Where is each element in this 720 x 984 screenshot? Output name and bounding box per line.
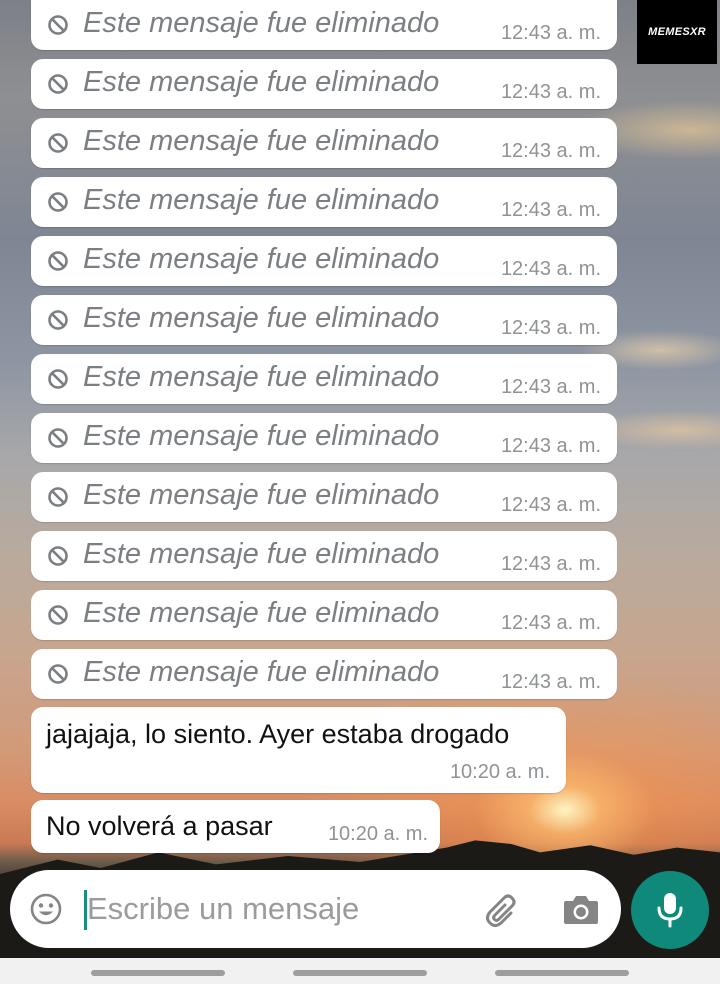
deleted-message[interactable]: Este mensaje fue eliminado 12:43 a. m. xyxy=(31,295,617,345)
deleted-message[interactable]: Este mensaje fue eliminado 12:43 a. m. xyxy=(31,413,617,463)
deleted-message[interactable]: Este mensaje fue eliminado 12:43 a. m. xyxy=(31,354,617,404)
block-icon xyxy=(48,664,68,684)
deleted-message-text: Este mensaje fue eliminado xyxy=(83,243,440,275)
microphone-icon xyxy=(657,893,683,928)
block-icon xyxy=(48,546,68,566)
nav-back-button[interactable] xyxy=(495,970,629,976)
nav-recents-button[interactable] xyxy=(91,970,225,976)
deleted-message-text: Este mensaje fue eliminado xyxy=(83,184,440,216)
deleted-message-text: Este mensaje fue eliminado xyxy=(83,125,440,157)
message-composer xyxy=(10,870,621,948)
nav-home-button[interactable] xyxy=(293,970,427,976)
camera-icon[interactable] xyxy=(562,892,600,926)
deleted-message-text: Este mensaje fue eliminado xyxy=(83,66,440,98)
deleted-message[interactable]: Este mensaje fue eliminado 12:43 a. m. xyxy=(31,531,617,581)
deleted-message[interactable]: Este mensaje fue eliminado 12:43 a. m. xyxy=(31,118,617,168)
message-timestamp: 10:20 a. m. xyxy=(449,761,550,783)
message-timestamp: 12:43 a. m. xyxy=(500,435,601,457)
deleted-message[interactable]: Este mensaje fue eliminado 12:43 a. m. xyxy=(31,236,617,286)
block-icon xyxy=(48,15,68,35)
deleted-message-text: Este mensaje fue eliminado xyxy=(83,538,440,570)
deleted-message-text: Este mensaje fue eliminado xyxy=(83,361,440,393)
block-icon xyxy=(48,133,68,153)
block-icon xyxy=(48,192,68,212)
block-icon xyxy=(48,251,68,271)
deleted-message-text: Este mensaje fue eliminado xyxy=(83,656,440,688)
deleted-message[interactable]: Este mensaje fue eliminado 12:43 a. m. xyxy=(31,472,617,522)
block-icon xyxy=(48,74,68,94)
deleted-message-text: Este mensaje fue eliminado xyxy=(83,597,440,629)
message-timestamp: 12:43 a. m. xyxy=(500,376,601,398)
message-timestamp: 12:43 a. m. xyxy=(500,258,601,280)
message-timestamp: 12:43 a. m. xyxy=(500,671,601,693)
deleted-message[interactable]: Este mensaje fue eliminado 12:43 a. m. xyxy=(31,0,617,50)
block-icon xyxy=(48,487,68,507)
deleted-message-text: Este mensaje fue eliminado xyxy=(83,302,440,334)
message-timestamp: 12:43 a. m. xyxy=(500,199,601,221)
block-icon xyxy=(48,605,68,625)
emoji-icon[interactable] xyxy=(29,892,63,926)
message-timestamp: 12:43 a. m. xyxy=(500,494,601,516)
message-input[interactable] xyxy=(87,884,467,934)
message-timestamp: 12:43 a. m. xyxy=(500,22,601,44)
message-timestamp: 10:20 a. m. xyxy=(327,823,428,845)
microphone-button[interactable] xyxy=(631,871,709,949)
message-bubble[interactable]: No volverá a pasar 10:20 a. m. xyxy=(31,800,440,853)
block-icon xyxy=(48,369,68,389)
message-timestamp: 12:43 a. m. xyxy=(500,317,601,339)
message-timestamp: 12:43 a. m. xyxy=(500,81,601,103)
message-timestamp: 12:43 a. m. xyxy=(500,612,601,634)
block-icon xyxy=(48,310,68,330)
block-icon xyxy=(48,428,68,448)
paperclip-icon[interactable] xyxy=(484,891,524,931)
system-navigation-bar xyxy=(0,958,720,984)
message-timestamp: 12:43 a. m. xyxy=(500,140,601,162)
deleted-message-text: Este mensaje fue eliminado xyxy=(83,7,440,39)
message-bubble[interactable]: jajajaja, lo siento. Ayer estaba drogado… xyxy=(31,707,566,793)
message-text: No volverá a pasar xyxy=(46,811,273,841)
message-timestamp: 12:43 a. m. xyxy=(500,553,601,575)
watermark-logo: MEMESXR xyxy=(637,0,717,64)
deleted-message[interactable]: Este mensaje fue eliminado 12:43 a. m. xyxy=(31,177,617,227)
message-text: jajajaja, lo siento. Ayer estaba drogado xyxy=(46,719,510,749)
deleted-message[interactable]: Este mensaje fue eliminado 12:43 a. m. xyxy=(31,649,617,699)
deleted-message-text: Este mensaje fue eliminado xyxy=(83,420,440,452)
deleted-message-text: Este mensaje fue eliminado xyxy=(83,479,440,511)
deleted-message[interactable]: Este mensaje fue eliminado 12:43 a. m. xyxy=(31,59,617,109)
deleted-message[interactable]: Este mensaje fue eliminado 12:43 a. m. xyxy=(31,590,617,640)
